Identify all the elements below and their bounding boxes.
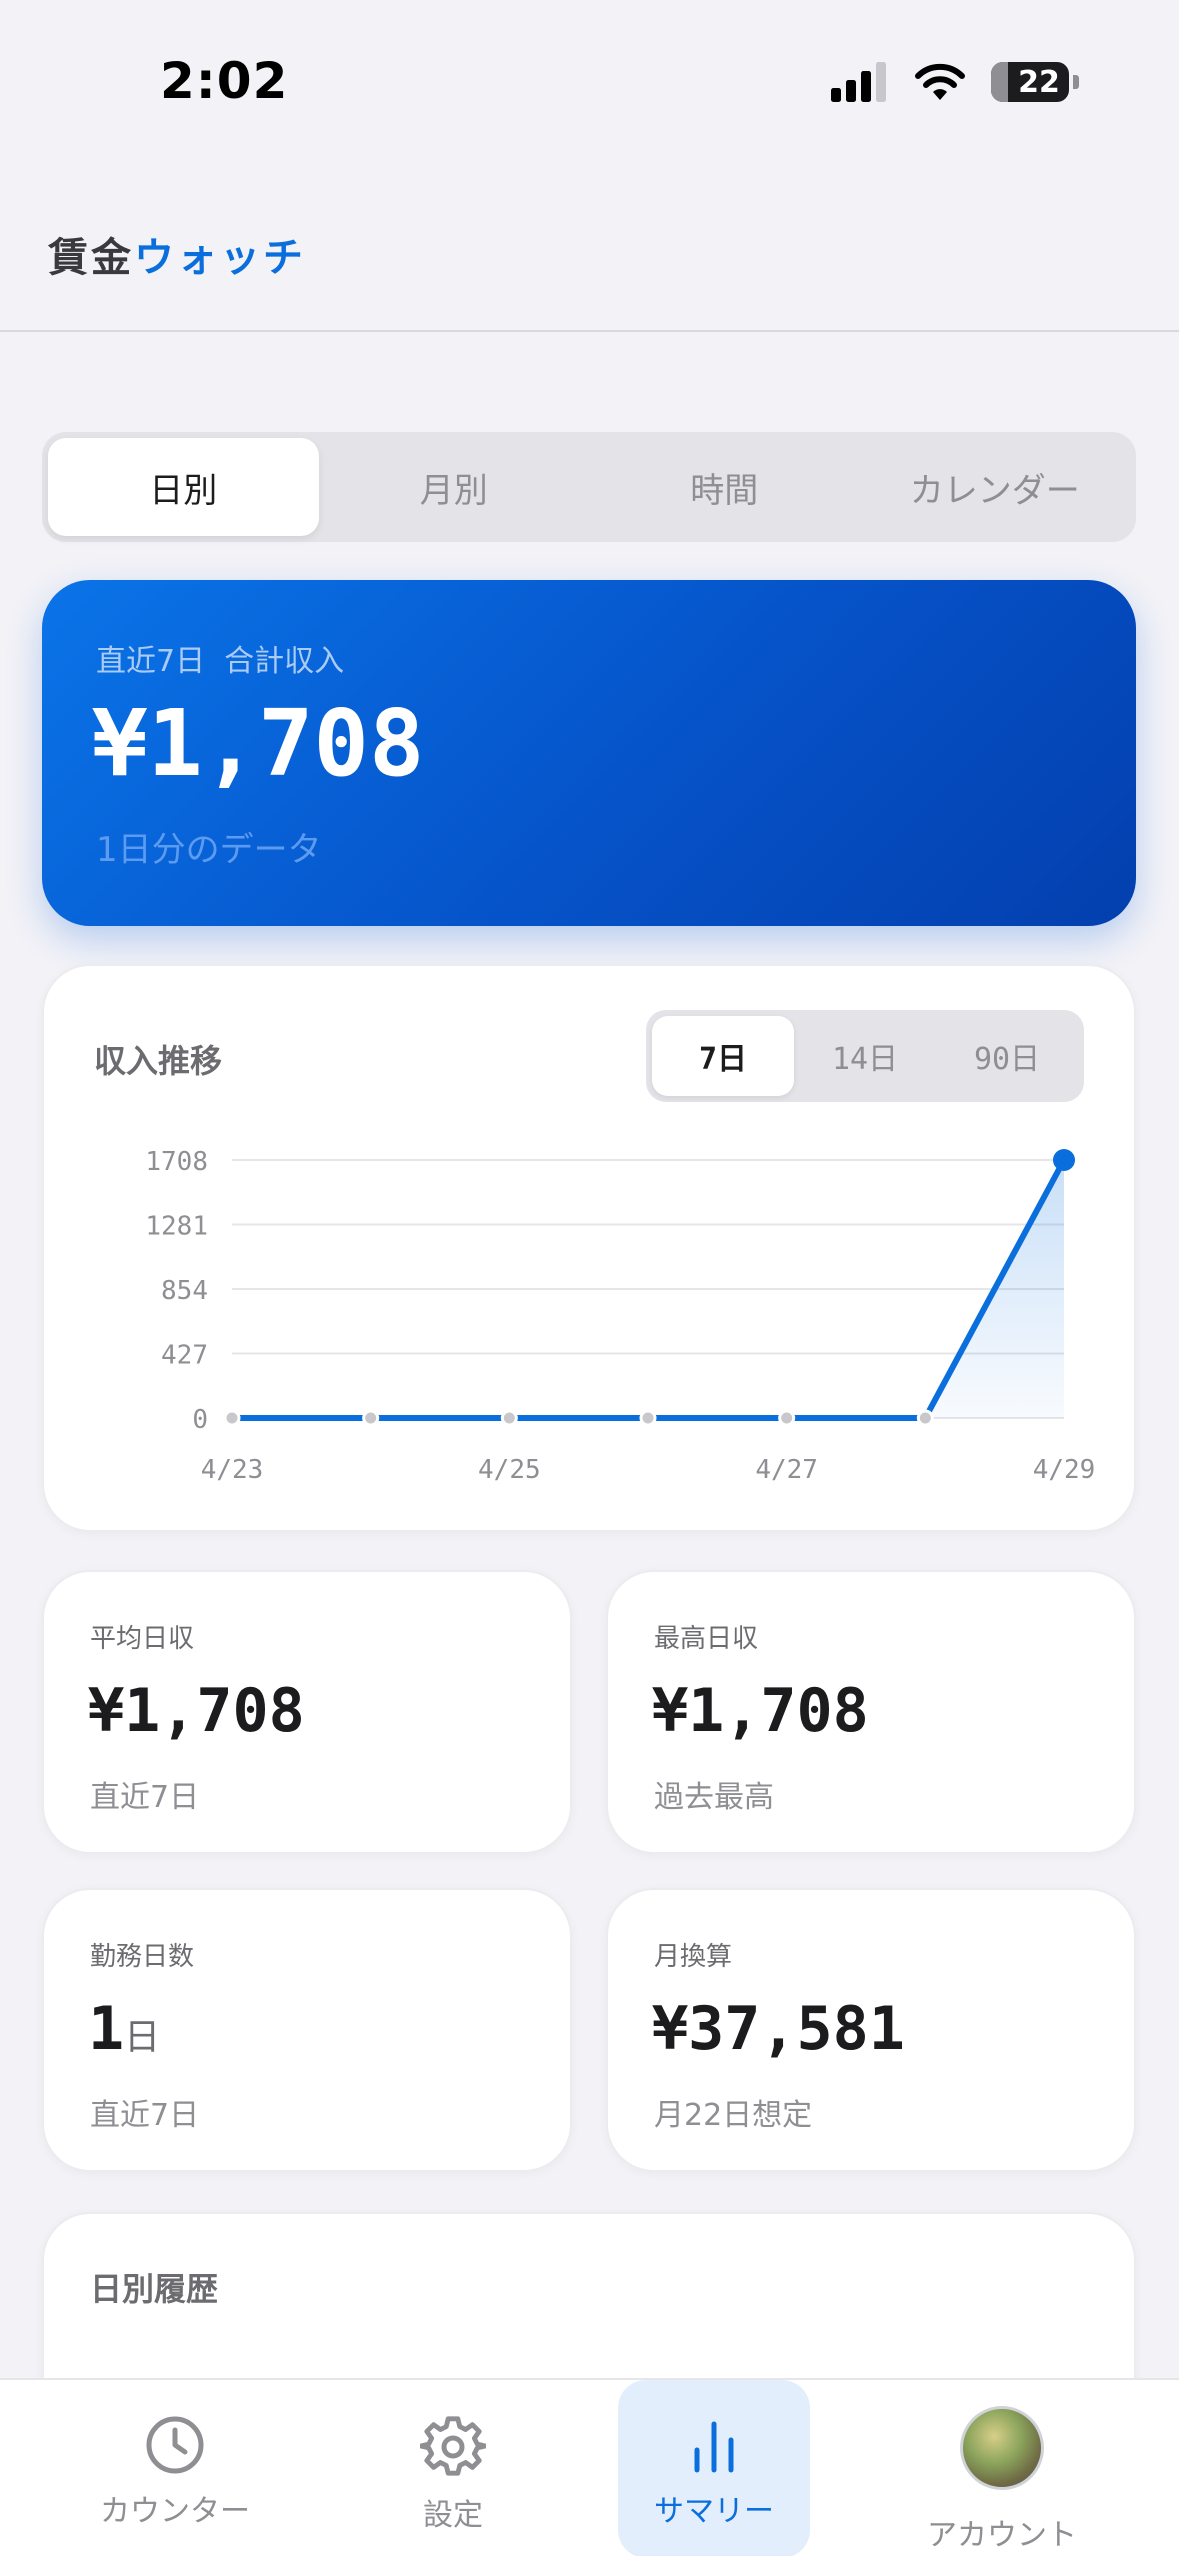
- app-title-part2: ウォッチ: [134, 235, 306, 281]
- y-tick-label: 0: [192, 1405, 208, 1435]
- max-daily-label: 最高日収: [654, 1624, 759, 1654]
- monthly-estimate-value: ¥37,581: [652, 1994, 905, 2064]
- tab-account[interactable]: アカウント: [912, 2380, 1092, 2556]
- app-title: 賃金ウォッチ: [48, 225, 306, 283]
- avatar: [960, 2406, 1044, 2490]
- tab-counter[interactable]: カウンター: [80, 2380, 270, 2556]
- x-tick-label: 4/27: [755, 1455, 818, 1485]
- avg-daily-card: 平均日収 ¥1,708 直近7日: [42, 1570, 572, 1854]
- tab-monthly[interactable]: 月別: [319, 438, 590, 536]
- wifi-icon: [915, 63, 965, 100]
- work-days-sub: 直近7日: [90, 2098, 200, 2133]
- max-daily-card: 最高日収 ¥1,708 過去最高: [606, 1570, 1136, 1854]
- status-icons: 22: [831, 62, 1079, 102]
- battery-level: 22: [1018, 64, 1060, 100]
- income-trend-title: 収入推移: [94, 1042, 223, 1080]
- data-point: [639, 1409, 657, 1427]
- range-selector: 7日 14日 90日: [646, 1010, 1084, 1102]
- y-tick-label: 427: [161, 1341, 208, 1371]
- clock-icon: [146, 2416, 204, 2474]
- y-tick-label: 1281: [145, 1212, 208, 1242]
- battery-fill: [991, 62, 1009, 102]
- tab-counter-label: カウンター: [100, 2494, 250, 2529]
- work-days-unit: 日: [124, 2017, 161, 2058]
- range-14d[interactable]: 14日: [794, 1016, 936, 1096]
- work-days-card: 勤務日数 1日 直近7日: [42, 1888, 572, 2172]
- range-7d[interactable]: 7日: [652, 1016, 794, 1096]
- total-income-card: 直近7日 合計収入 ¥1,708 1日分のデータ: [42, 580, 1136, 926]
- tab-settings[interactable]: 設定: [360, 2380, 546, 2556]
- avg-daily-sub: 直近7日: [90, 1780, 200, 1815]
- view-mode-tabs: 日別 月別 時間 カレンダー: [42, 432, 1136, 542]
- max-daily-sub: 過去最高: [654, 1780, 774, 1815]
- status-time: 2:02: [160, 52, 289, 110]
- battery-icon: 22: [991, 62, 1069, 102]
- work-days-value: 1日: [88, 1994, 160, 2064]
- tab-summary-label: サマリー: [654, 2494, 774, 2529]
- cellular-signal-icon: [831, 62, 886, 102]
- tab-hourly[interactable]: 時間: [589, 438, 860, 536]
- x-tick-label: 4/23: [201, 1455, 264, 1485]
- avg-daily-label: 平均日収: [90, 1624, 195, 1654]
- monthly-estimate-label: 月換算: [654, 1942, 733, 1972]
- tab-summary[interactable]: サマリー: [618, 2380, 810, 2556]
- bottom-tab-bar: カウンター 設定 サマリー アカウント: [0, 2378, 1179, 2556]
- avg-daily-value: ¥1,708: [88, 1676, 305, 1746]
- data-point: [362, 1409, 380, 1427]
- y-tick-label: 1708: [145, 1147, 208, 1177]
- total-income-sub: 1日分のデータ: [96, 830, 322, 870]
- daily-history-title: 日別履歴: [90, 2270, 219, 2308]
- tab-calendar[interactable]: カレンダー: [860, 438, 1131, 536]
- income-trend-card: 0 427 854 1281 1708 4/23 4/25 4/27 4/29 収入推移 7日 …: [42, 964, 1136, 1532]
- app-title-part1: 賃金: [48, 235, 134, 281]
- tab-settings-label: 設定: [423, 2498, 483, 2533]
- status-bar: 2:02 22: [0, 0, 1179, 170]
- x-tick-label: 4/29: [1033, 1455, 1096, 1485]
- gear-icon: [420, 2416, 486, 2476]
- app-header: 賃金ウォッチ: [0, 170, 1179, 332]
- range-90d[interactable]: 90日: [936, 1016, 1078, 1096]
- total-income-label: 直近7日 合計収入: [96, 644, 345, 679]
- y-tick-label: 854: [161, 1276, 208, 1306]
- data-point: [778, 1409, 796, 1427]
- data-point: [223, 1409, 241, 1427]
- battery-tip: [1073, 75, 1079, 89]
- data-point: [1053, 1149, 1075, 1171]
- max-daily-value: ¥1,708: [652, 1676, 869, 1746]
- work-days-number: 1: [88, 1994, 125, 2064]
- data-point: [500, 1409, 518, 1427]
- monthly-estimate-sub: 月22日想定: [654, 2098, 813, 2133]
- tab-daily[interactable]: 日別: [48, 438, 319, 536]
- tab-account-label: アカウント: [927, 2518, 1077, 2553]
- work-days-label: 勤務日数: [90, 1942, 195, 1972]
- total-income-value: ¥1,708: [92, 690, 425, 797]
- bar-chart-icon: [694, 2421, 734, 2473]
- x-tick-label: 4/25: [478, 1455, 541, 1485]
- monthly-estimate-card: 月換算 ¥37,581 月22日想定: [606, 1888, 1136, 2172]
- data-point: [916, 1409, 934, 1427]
